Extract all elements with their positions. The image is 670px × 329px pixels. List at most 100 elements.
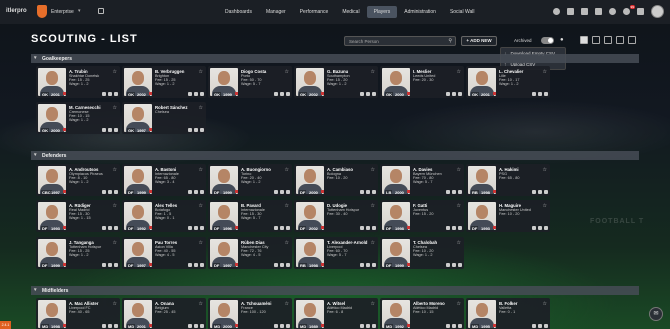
edit-icon[interactable] <box>366 324 370 328</box>
report-icon[interactable] <box>188 92 192 96</box>
report-icon[interactable] <box>532 324 536 328</box>
delete-icon[interactable] <box>372 92 376 96</box>
player-card[interactable]: MD 1998 A. Mac Allister Liverpool FC Fee: 40… <box>36 298 120 329</box>
report-icon[interactable] <box>188 324 192 328</box>
favorite-icon[interactable]: ☆ <box>285 69 289 75</box>
player-card[interactable]: MD 1995 B. Folker Valletta Fee: 0 - 1 ☆ <box>466 298 550 329</box>
delete-icon[interactable] <box>286 190 290 194</box>
report-icon[interactable] <box>102 92 106 96</box>
player-card[interactable]: MD 2000 A. Tchouaméni France Fee: 100 - 120 ☆ <box>208 298 292 329</box>
edit-icon[interactable] <box>194 263 198 267</box>
user-avatar[interactable] <box>651 5 664 18</box>
delete-icon[interactable] <box>544 226 548 230</box>
player-card[interactable]: RB 1998 T. Alexander-Arnold Liverpool Fee: 6… <box>294 237 378 269</box>
delete-icon[interactable] <box>286 263 290 267</box>
player-card[interactable]: MD 2001 A. Onana Belgium Fee: 25 - 45 ☆ <box>122 298 206 329</box>
player-card[interactable]: MD 1992 Alberto Moreno Atlético Madrid Fee: … <box>380 298 464 329</box>
report-icon[interactable] <box>188 190 192 194</box>
favorite-icon[interactable]: ☆ <box>285 240 289 246</box>
nav-dashboards[interactable]: Dashboards <box>218 6 259 18</box>
delete-icon[interactable] <box>458 324 462 328</box>
delete-icon[interactable] <box>458 190 462 194</box>
delete-icon[interactable] <box>114 263 118 267</box>
nav-social-wall[interactable]: Social Wall <box>443 6 482 18</box>
delete-icon[interactable] <box>200 92 204 96</box>
favorite-icon[interactable]: ☆ <box>543 167 547 173</box>
edit-icon[interactable] <box>366 263 370 267</box>
report-icon[interactable] <box>188 226 192 230</box>
player-card[interactable]: DF 1999 A. Bastoni Internazionale Fee: 65 - … <box>122 164 206 196</box>
report-icon[interactable] <box>188 263 192 267</box>
report-icon[interactable] <box>360 324 364 328</box>
player-card[interactable]: MD 1989 A. Witsel Atlético Madrid Fee: 6 - 8… <box>294 298 378 329</box>
favorite-icon[interactable]: ☆ <box>113 240 117 246</box>
edit-icon[interactable] <box>194 324 198 328</box>
player-card[interactable]: DF 1996 B. Pavard Internazionale Fee: 15 - 3… <box>208 200 292 232</box>
delete-icon[interactable] <box>200 263 204 267</box>
edit-icon[interactable] <box>280 92 284 96</box>
help-icon[interactable] <box>553 8 560 15</box>
settings-icon[interactable] <box>637 8 644 15</box>
search-icon[interactable]: ⚲ <box>448 38 452 44</box>
player-card[interactable]: RB 1998 A. Hakimi PSG Fee: 65 - 80 ☆ <box>466 164 550 196</box>
add-icon[interactable] <box>567 8 574 15</box>
report-icon[interactable] <box>446 92 450 96</box>
edit-icon[interactable] <box>108 128 112 132</box>
delete-icon[interactable] <box>286 226 290 230</box>
player-card[interactable]: GK 1997 Robert Sánchez Chelsea ☆ <box>122 102 206 134</box>
report-icon[interactable] <box>532 92 536 96</box>
edit-icon[interactable] <box>280 226 284 230</box>
edit-icon[interactable] <box>538 190 542 194</box>
delete-icon[interactable] <box>372 324 376 328</box>
favorite-icon[interactable]: ☆ <box>371 203 375 209</box>
report-icon[interactable] <box>102 263 106 267</box>
edit-icon[interactable] <box>108 324 112 328</box>
player-card[interactable]: DF 1999 J. Tanganga Tottenham Hotspur Fee: 1… <box>36 237 120 269</box>
player-card[interactable]: DF 1999 T. Chalobah Chelsea Fee: 10 - 20 Wage… <box>380 237 464 269</box>
delete-icon[interactable] <box>114 128 118 132</box>
delete-icon[interactable] <box>544 190 548 194</box>
edit-icon[interactable] <box>538 324 542 328</box>
report-icon[interactable] <box>446 324 450 328</box>
report-icon[interactable] <box>360 92 364 96</box>
player-card[interactable]: GK 2002 G. Bazunu Southampton Fee: 15 - 20 Wa… <box>294 66 378 98</box>
calendar-icon[interactable] <box>581 8 588 15</box>
delete-icon[interactable] <box>114 92 118 96</box>
favorite-icon[interactable]: ☆ <box>113 301 117 307</box>
delete-icon[interactable] <box>200 324 204 328</box>
edit-icon[interactable] <box>280 190 284 194</box>
edit-icon[interactable] <box>108 190 112 194</box>
delete-icon[interactable] <box>200 226 204 230</box>
edit-icon[interactable] <box>452 92 456 96</box>
favorite-icon[interactable]: ☆ <box>199 105 203 111</box>
favorite-icon[interactable]: ☆ <box>457 167 461 173</box>
list-view-icon[interactable] <box>592 36 600 44</box>
edit-icon[interactable] <box>280 263 284 267</box>
edit-icon[interactable] <box>366 92 370 96</box>
delete-icon[interactable] <box>114 324 118 328</box>
edit-icon[interactable] <box>194 92 198 96</box>
delete-icon[interactable] <box>372 226 376 230</box>
edit-icon[interactable] <box>366 226 370 230</box>
player-card[interactable]: DF 1999 A. Buongiorno Torino Fee: 20 - 40 Wag… <box>208 164 292 196</box>
player-card[interactable]: CBC 1997 A. Androutsos Olympiacos Piraeus Fe… <box>36 164 120 196</box>
nav-medical[interactable]: Medical <box>335 6 366 18</box>
nav-administration[interactable]: Administration <box>397 6 443 18</box>
more-icon[interactable] <box>628 36 636 44</box>
delete-icon[interactable] <box>544 92 548 96</box>
favorite-icon[interactable]: ☆ <box>457 69 461 75</box>
archived-toggle[interactable] <box>541 37 554 44</box>
edit-icon[interactable] <box>452 263 456 267</box>
filter-icon[interactable] <box>604 36 612 44</box>
edit-icon[interactable] <box>366 190 370 194</box>
user-icon[interactable]: ● <box>560 37 564 43</box>
player-card[interactable]: GK 2001 A. Trubin Shakhtar Donetsk Fee: 15 -… <box>36 66 120 98</box>
report-icon[interactable] <box>102 226 106 230</box>
report-icon[interactable] <box>274 92 278 96</box>
edit-icon[interactable] <box>108 92 112 96</box>
favorite-icon[interactable]: ☆ <box>113 167 117 173</box>
edit-icon[interactable] <box>452 324 456 328</box>
club-selector[interactable]: Enterprise <box>51 9 74 15</box>
player-card[interactable]: DF 1998 F. Gatti Juventus Fee: 15 - 20 ☆ <box>380 200 464 232</box>
player-card[interactable]: DF 2000 A. Cambiaso Bologna Fee: 10 - 20 ☆ <box>294 164 378 196</box>
